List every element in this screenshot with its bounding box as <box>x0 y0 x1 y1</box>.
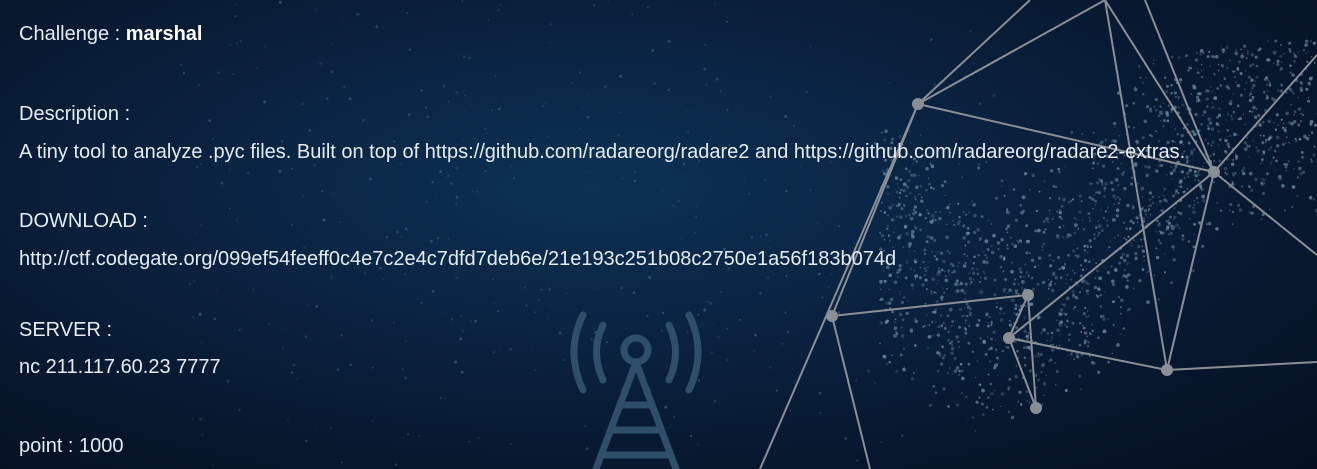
challenge-line: Challenge : marshal <box>19 22 202 46</box>
antenna-tower-icon <box>570 311 702 469</box>
network-lines <box>759 0 1317 469</box>
download-url[interactable]: http://ctf.codegate.org/099ef54feeff0c4e… <box>19 247 896 271</box>
challenge-label: Challenge : <box>19 23 126 45</box>
server-label: SERVER : <box>19 319 112 341</box>
particle-dots <box>179 0 1317 466</box>
description-text: A tiny tool to analyze .pyc files. Built… <box>19 141 1186 163</box>
server-address: nc 211.117.60.23 7777 <box>19 356 221 378</box>
challenge-name: marshal <box>125 23 203 45</box>
download-label: DOWNLOAD : <box>19 210 148 232</box>
point-text: point : 1000 <box>19 435 124 457</box>
description-label: Description : <box>19 103 131 125</box>
network-background-graphic <box>179 0 1317 469</box>
